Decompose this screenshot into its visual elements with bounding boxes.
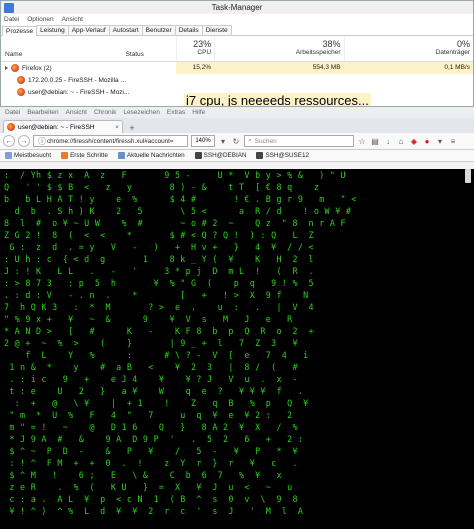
process-name: 172.20.0.25 - FireSSH - Mozilla ...: [28, 76, 126, 84]
bookmark-item[interactable]: Aktuelle Nachrichten: [117, 152, 185, 159]
url-text: chrome://firessh/content/firessh.xul#acc…: [47, 137, 174, 145]
tab-dienste[interactable]: Dienste: [201, 25, 232, 35]
bookmark-item[interactable]: Meistbesucht: [5, 152, 51, 159]
process-table-header: Name Status 23% CPU 38% Arbeitsspeicher …: [1, 36, 473, 62]
menu-datei[interactable]: Datei: [4, 16, 19, 23]
search-icon: ⌕: [248, 137, 252, 144]
extension-icon[interactable]: ▾: [435, 136, 445, 146]
bookmark-label: SSH@DEBIAN: [203, 152, 247, 159]
firefox-window: Datei Bearbeiten Ansicht Chronik Lesezei…: [0, 107, 474, 529]
cpu-total-percent: 23%: [193, 39, 212, 49]
column-cpu[interactable]: 23% CPU: [176, 36, 214, 61]
process-cpu: 15,2%: [176, 62, 215, 74]
disk-total-percent: 0%: [457, 39, 471, 49]
firefox-icon: [17, 88, 25, 96]
chevron-down-icon[interactable]: [5, 66, 8, 70]
task-manager-title: Task-Manager: [211, 3, 263, 12]
process-memory: 554,3 MB: [214, 62, 344, 74]
feed-icon: [117, 152, 125, 159]
bookmark-item[interactable]: SSH@SUSE12: [256, 152, 309, 159]
browser-tab[interactable]: user@debian: ~ - FireSSH ×: [3, 120, 123, 133]
process-name-cell: user@debian: ~ - FireSSH - Mozi...: [1, 88, 177, 96]
search-input[interactable]: ⌕ Suchen: [244, 135, 354, 147]
pocket-icon[interactable]: ◆: [409, 136, 419, 146]
bookmark-label: Meistbesucht: [14, 152, 52, 159]
process-name: Firefox (2): [22, 64, 52, 72]
tab-details[interactable]: Details: [174, 25, 203, 35]
memory-total-percent: 38%: [322, 39, 341, 49]
terminal-icon: [256, 152, 264, 159]
bookmark-label: SSH@SUSE12: [265, 152, 309, 159]
tab-title: user@debian: ~ - FireSSH: [18, 123, 95, 131]
url-bar[interactable]: ⓘ chrome://firessh/content/firessh.xul#a…: [33, 135, 188, 147]
firefox-tabstrip: user@debian: ~ - FireSSH × +: [0, 118, 474, 133]
process-name-cell: Firefox (2): [1, 64, 176, 72]
hamburger-menu-icon[interactable]: ≡: [448, 136, 458, 146]
tab-prozesse[interactable]: Prozesse: [2, 26, 38, 36]
bookmark-label: Aktuelle Nachrichten: [126, 152, 185, 159]
tab-app-verlauf[interactable]: App-Verlauf: [67, 25, 110, 35]
firefox-icon: [61, 152, 69, 159]
navigation-toolbar: ← → ⓘ chrome://firessh/content/firessh.x…: [0, 133, 474, 150]
bookmarks-toolbar: Meistbesucht Erste Schritte Aktuelle Nac…: [0, 150, 474, 162]
column-status[interactable]: Status: [122, 36, 176, 61]
table-row[interactable]: Firefox (2) 15,2% 554,3 MB 0,1 MB/s: [1, 62, 473, 74]
back-button[interactable]: ←: [3, 135, 15, 147]
firefox-icon: [11, 64, 19, 72]
scrollbar[interactable]: [464, 169, 472, 529]
scrollbar-thumb[interactable]: [465, 169, 471, 183]
firefox-menubar: Datei Bearbeiten Ansicht Chronik Lesezei…: [0, 107, 474, 118]
task-manager-titlebar: Task-Manager: [1, 1, 473, 14]
addon-icon[interactable]: ●: [422, 136, 432, 146]
terminal-icon: [194, 152, 202, 159]
table-row[interactable]: 172.20.0.25 - FireSSH - Mozilla ...: [1, 74, 473, 86]
task-manager-tabs: Prozesse Leistung App-Verlauf Autostart …: [1, 25, 473, 36]
reader-icon[interactable]: ▤: [370, 136, 380, 146]
menu-ansicht[interactable]: Ansicht: [62, 16, 83, 23]
terminal-view[interactable]: : / Yh $ z x A z F 9 5 - U * V b y > % &…: [0, 169, 474, 529]
tab-autostart[interactable]: Autostart: [108, 25, 143, 35]
menu-chronik[interactable]: Chronik: [94, 109, 116, 116]
tab-benutzer[interactable]: Benutzer: [141, 25, 176, 35]
info-icon[interactable]: ⓘ: [37, 136, 47, 146]
task-manager-window: Task-Manager Datei Optionen Ansicht Proz…: [0, 0, 474, 107]
menu-datei[interactable]: Datei: [5, 109, 20, 116]
bookmark-item[interactable]: Erste Schritte: [61, 152, 108, 159]
bookmark-label: Erste Schritte: [70, 152, 108, 159]
process-name-cell: 172.20.0.25 - FireSSH - Mozilla ...: [1, 76, 177, 84]
column-name[interactable]: Name: [1, 36, 122, 61]
forward-button[interactable]: →: [18, 135, 30, 147]
menu-optionen[interactable]: Optionen: [27, 16, 53, 23]
column-disk[interactable]: 0% Datenträger: [343, 36, 473, 61]
close-icon[interactable]: ×: [115, 124, 119, 131]
menu-extras[interactable]: Extras: [167, 109, 185, 116]
menu-ansicht[interactable]: Ansicht: [66, 109, 87, 116]
new-tab-button[interactable]: +: [126, 123, 138, 133]
process-name: user@debian: ~ - FireSSH - Mozi...: [28, 88, 130, 96]
disk-label: Datenträger: [435, 49, 471, 56]
firefox-icon: [17, 76, 25, 84]
reload-icon[interactable]: ↻: [231, 136, 241, 146]
process-disk: 0,1 MB/s: [343, 62, 473, 74]
terminal-text: : / Yh $ z x A z F 9 5 - U * V b y > % &…: [4, 170, 357, 516]
search-placeholder: Suchen: [254, 137, 277, 145]
menu-lesezeichen[interactable]: Lesezeichen: [123, 109, 160, 116]
tab-leistung[interactable]: Leistung: [36, 25, 69, 35]
cpu-label: CPU: [197, 49, 212, 56]
home-icon[interactable]: ⌂: [396, 136, 406, 146]
column-memory[interactable]: 38% Arbeitsspeicher: [214, 36, 343, 61]
memory-label: Arbeitsspeicher: [295, 49, 341, 56]
menu-bearbeiten[interactable]: Bearbeiten: [27, 109, 58, 116]
task-manager-menubar: Datei Optionen Ansicht: [1, 14, 473, 25]
gear-icon: [5, 152, 12, 159]
overlay-caption: i7 cpu, js neeeeds ressources...: [184, 93, 371, 107]
star-icon[interactable]: ☆: [357, 136, 367, 146]
zoom-indicator[interactable]: 140%: [191, 135, 215, 147]
bookmark-item[interactable]: SSH@DEBIAN: [194, 152, 247, 159]
menu-hilfe[interactable]: Hilfe: [192, 109, 205, 116]
task-manager-icon: [4, 2, 14, 13]
firessh-icon: [7, 123, 15, 131]
dropdown-icon[interactable]: ▾: [218, 136, 228, 146]
download-icon[interactable]: ↓: [383, 136, 393, 146]
